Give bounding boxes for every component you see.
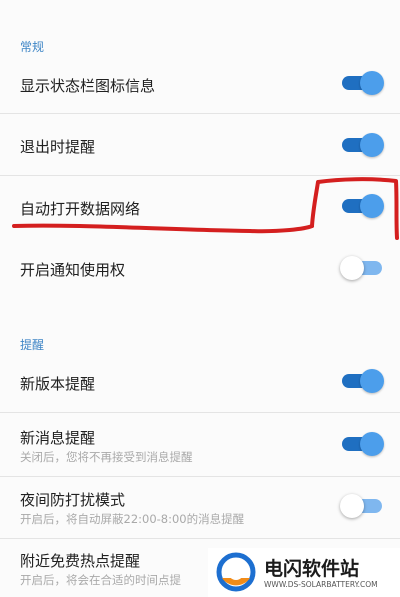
toggle-thumb <box>340 256 364 280</box>
setting-subtitle: 开启后，将自动屏蔽22:00-8:00的消息提醒 <box>20 512 245 526</box>
divider <box>0 175 400 176</box>
setting-subtitle: 开启后，将会在合适的时间点提 <box>20 573 181 587</box>
new-message-toggle[interactable] <box>340 432 384 456</box>
toggle-thumb <box>360 133 384 157</box>
setting-title: 退出时提醒 <box>20 138 96 156</box>
setting-title: 开启通知使用权 <box>20 261 126 279</box>
setting-title: 新版本提醒 <box>20 375 96 393</box>
section-header-reminders: 提醒 <box>20 338 45 352</box>
setting-row-new-version[interactable]: 新版本提醒 <box>0 358 400 408</box>
exit-reminder-toggle[interactable] <box>340 133 384 157</box>
watermark-name: 电闪软件站 <box>264 558 360 580</box>
setting-subtitle: 关闭后，您将不再接受到消息提醒 <box>20 450 193 464</box>
toggle-thumb <box>340 494 364 518</box>
divider <box>0 113 400 114</box>
divider <box>0 412 400 413</box>
watermark-logo-icon <box>216 552 256 592</box>
setting-title: 夜间防打扰模式 <box>20 491 126 509</box>
setting-title: 附近免费热点提醒 <box>20 552 141 570</box>
setting-row-notification-access[interactable]: 开启通知使用权 <box>0 244 400 294</box>
toggle-thumb <box>360 432 384 456</box>
setting-row-night-mode[interactable]: 夜间防打扰模式 开启后，将自动屏蔽22:00-8:00的消息提醒 <box>0 480 400 536</box>
new-version-toggle[interactable] <box>340 369 384 393</box>
setting-row-status-bar-icon[interactable]: 显示状态栏图标信息 <box>0 60 400 110</box>
divider <box>0 538 400 539</box>
night-mode-toggle[interactable] <box>340 494 384 518</box>
setting-title: 显示状态栏图标信息 <box>20 77 156 95</box>
status-bar-icon-toggle[interactable] <box>340 71 384 95</box>
notification-access-toggle[interactable] <box>340 256 384 280</box>
toggle-thumb <box>360 71 384 95</box>
setting-row-auto-mobile-data[interactable]: 自动打开数据网络 <box>0 182 400 232</box>
auto-mobile-data-toggle[interactable] <box>340 194 384 218</box>
watermark: 电闪软件站 WWW.DS-SOLARBATTERY.COM <box>208 548 400 597</box>
setting-row-new-message[interactable]: 新消息提醒 关闭后，您将不再接受到消息提醒 <box>0 418 400 474</box>
watermark-url: WWW.DS-SOLARBATTERY.COM <box>264 580 378 589</box>
toggle-thumb <box>360 369 384 393</box>
setting-title: 自动打开数据网络 <box>20 200 141 218</box>
divider <box>0 476 400 477</box>
setting-row-exit-reminder[interactable]: 退出时提醒 <box>0 120 400 170</box>
section-header-general: 常规 <box>20 40 45 54</box>
setting-title: 新消息提醒 <box>20 429 96 447</box>
toggle-thumb <box>360 194 384 218</box>
